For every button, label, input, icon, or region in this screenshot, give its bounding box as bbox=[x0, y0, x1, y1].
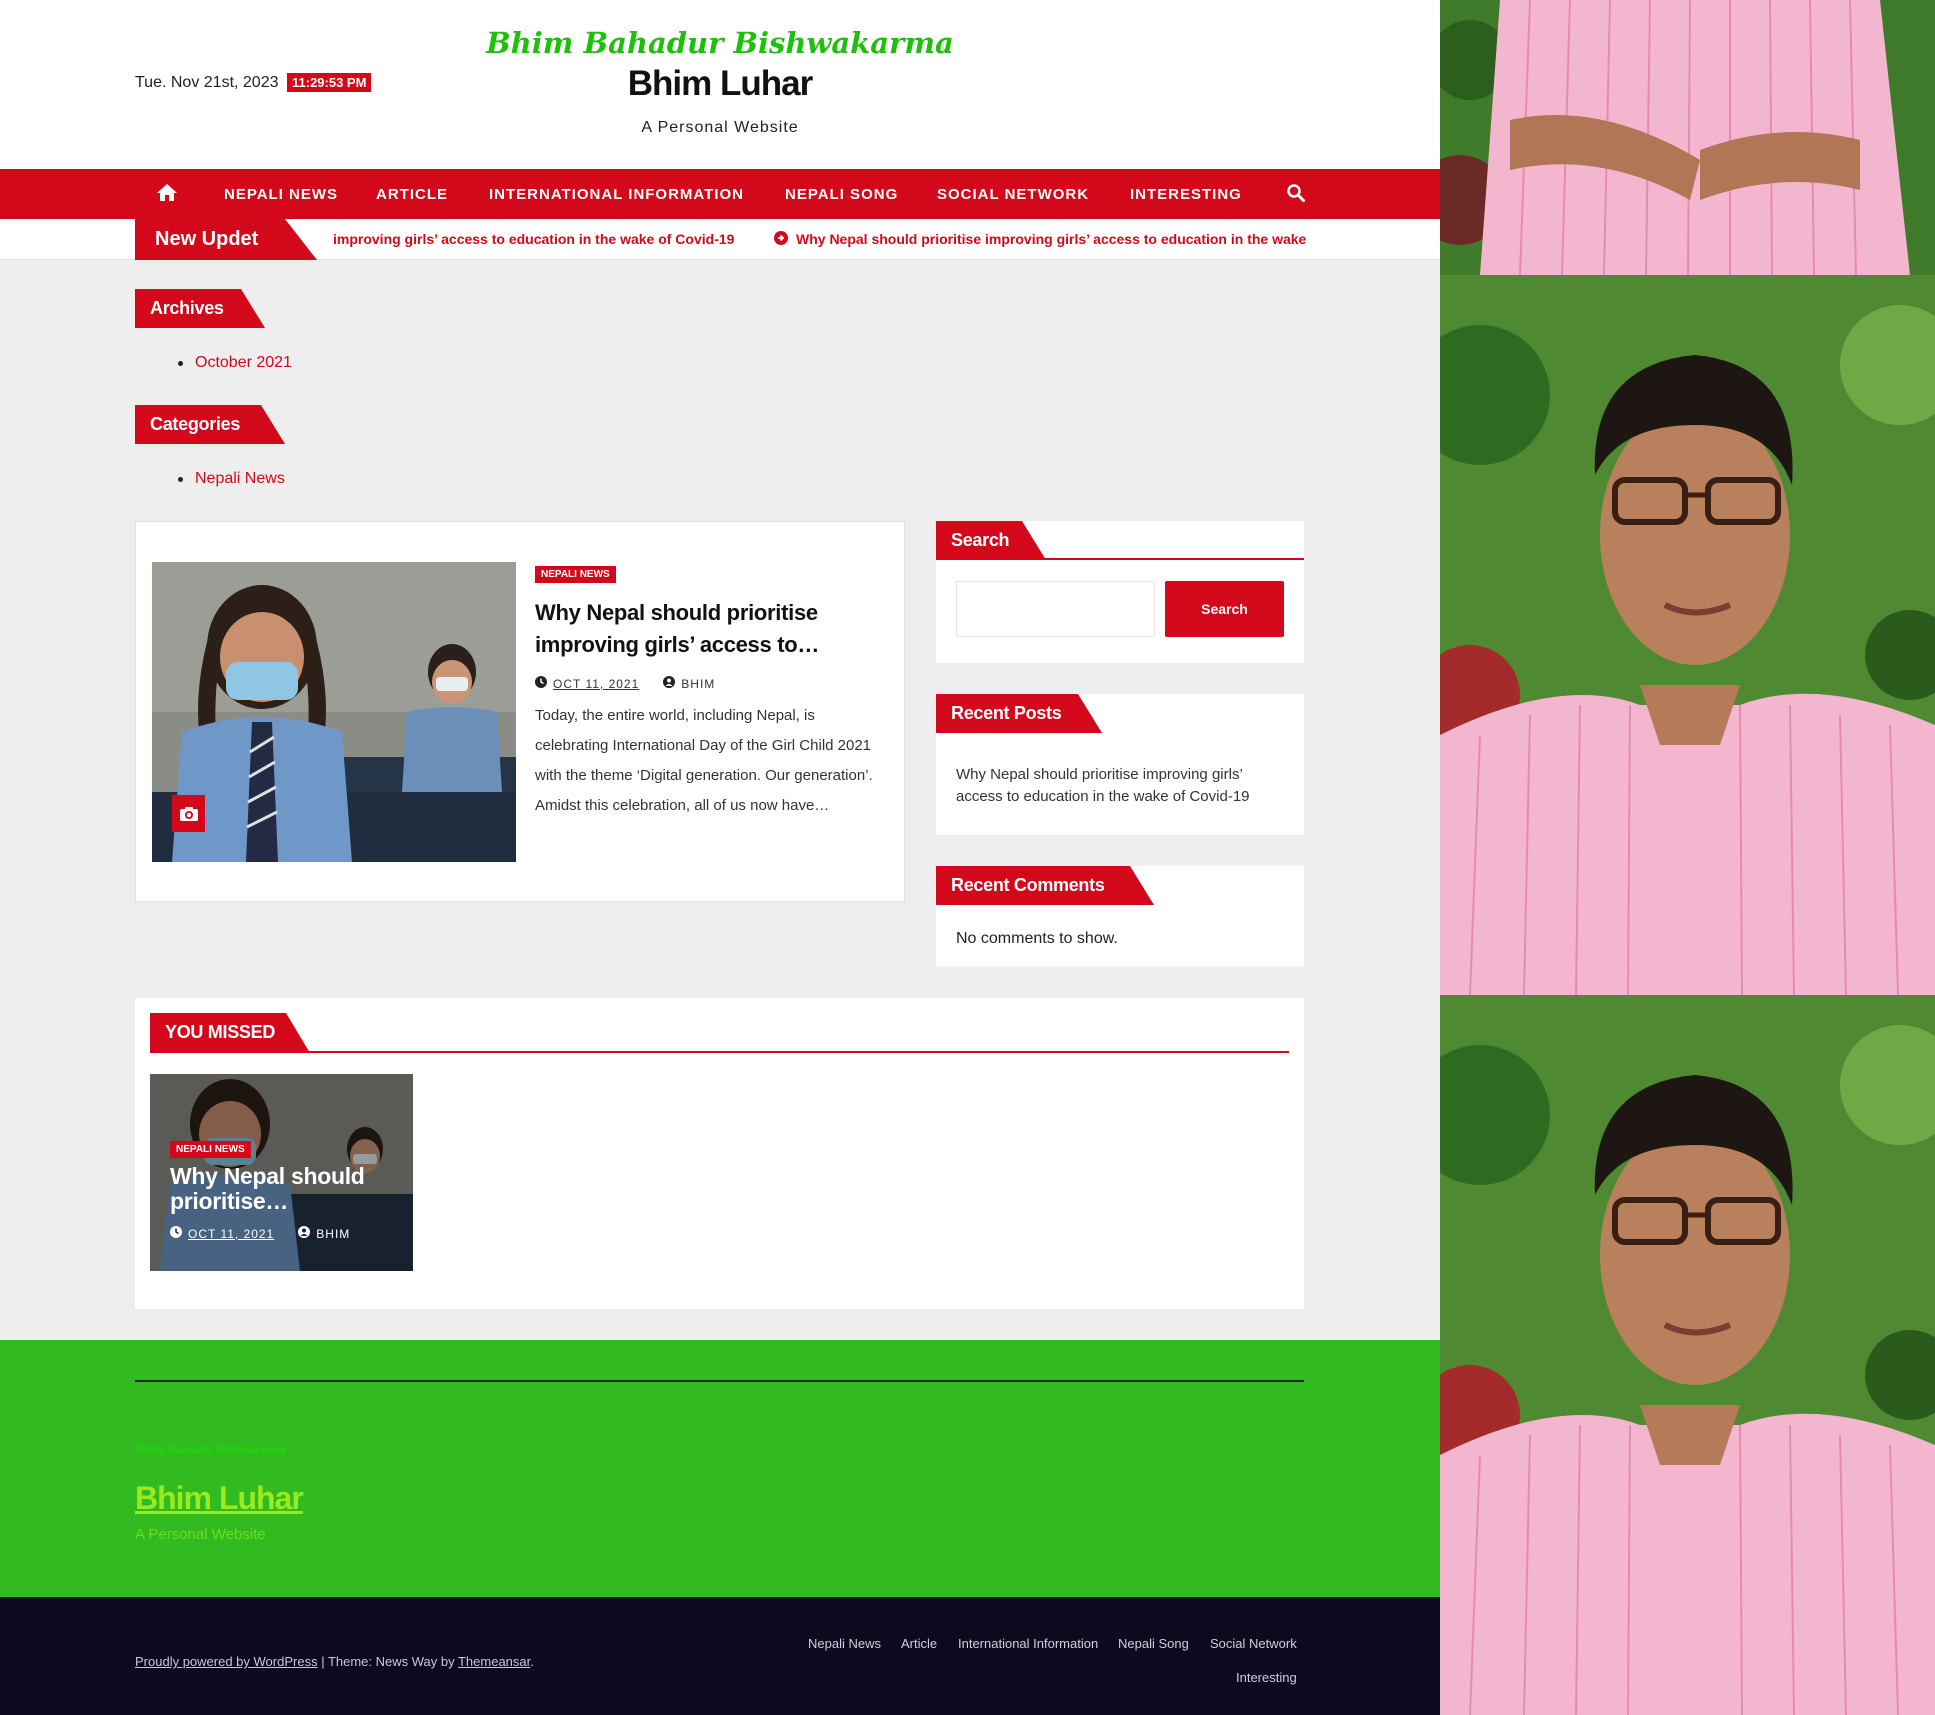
nav-item-interesting[interactable]: INTERESTING bbox=[1130, 186, 1242, 203]
footer-site-title[interactable]: Bhim Luhar bbox=[135, 1480, 304, 1517]
post-category-badge[interactable]: NEPALI NEWS bbox=[535, 566, 616, 583]
copyright-text: Proudly powered by WordPress | Theme: Ne… bbox=[135, 1654, 534, 1669]
footer-nav-international-information[interactable]: International Information bbox=[958, 1636, 1098, 1651]
post-card: NEPALI NEWS Why Nepal should prioritise … bbox=[135, 521, 905, 902]
recent-posts-title: Recent Posts bbox=[936, 694, 1102, 733]
no-comments-text: No comments to show. bbox=[956, 930, 1118, 947]
user-icon bbox=[298, 1226, 311, 1241]
search-icon[interactable] bbox=[1287, 184, 1305, 207]
search-input[interactable] bbox=[956, 581, 1155, 637]
search-widget: Search Search bbox=[936, 521, 1304, 663]
news-ticker: New Updet improving girls’ access to edu… bbox=[0, 219, 1440, 260]
clock-icon bbox=[535, 676, 547, 691]
recent-posts-widget: Recent Posts Why Nepal should prioritise… bbox=[936, 694, 1304, 835]
recent-comments-title: Recent Comments bbox=[936, 866, 1154, 905]
footer-nav-interesting[interactable]: Interesting bbox=[1236, 1670, 1297, 1685]
divider bbox=[936, 558, 1304, 560]
missed-post-card[interactable]: NEPALI NEWS Why Nepal should prioritise…… bbox=[150, 1074, 413, 1271]
portrait-photo-bottom bbox=[1440, 995, 1935, 1715]
site-title[interactable]: Bhim Luhar bbox=[0, 64, 1440, 104]
you-missed-section: YOU MISSED NEPALI NEWS Why Nepal should … bbox=[135, 998, 1304, 1309]
copyright-end: . bbox=[530, 1654, 534, 1669]
portrait-photo-top bbox=[1440, 0, 1935, 275]
search-button[interactable]: Search bbox=[1165, 581, 1284, 637]
footer-tagline: A Personal Website bbox=[135, 1526, 266, 1543]
missed-post-author[interactable]: BHIM bbox=[316, 1227, 350, 1241]
nav-item-nepali-song[interactable]: NEPALI SONG bbox=[785, 186, 898, 203]
recent-comments-widget: Recent Comments No comments to show. bbox=[936, 866, 1304, 966]
recent-post-link[interactable]: Why Nepal should prioritise improving gi… bbox=[956, 764, 1291, 808]
footer-widgets: Bhim Bahadur Bishwakarma Bhim Luhar A Pe… bbox=[0, 1340, 1440, 1597]
missed-post-date[interactable]: OCT 11, 2021 bbox=[188, 1227, 274, 1241]
archive-item[interactable]: October 2021 bbox=[178, 354, 292, 372]
arrow-circle-right-icon bbox=[774, 231, 788, 250]
footer-nav-nepali-song[interactable]: Nepali Song bbox=[1118, 1636, 1189, 1651]
portrait-photo-middle bbox=[1440, 275, 1935, 995]
missed-category-badge[interactable]: NEPALI NEWS bbox=[170, 1141, 251, 1158]
footer-nav-nepali-news[interactable]: Nepali News bbox=[808, 1636, 881, 1651]
search-widget-title: Search bbox=[936, 521, 1046, 560]
site-wrapper: Tue. Nov 21st, 2023 11:29:53 PM Bhim Bah… bbox=[0, 0, 1440, 1715]
background-photo-strip bbox=[1440, 0, 1935, 1715]
camera-icon bbox=[172, 795, 205, 832]
main-navigation: NEPALI NEWS ARTICLE INTERNATIONAL INFORM… bbox=[0, 169, 1440, 219]
you-missed-title: YOU MISSED bbox=[150, 1013, 310, 1053]
missed-post-meta: OCT 11, 2021 BHIM bbox=[170, 1226, 350, 1241]
archives-title: Archives bbox=[135, 289, 265, 328]
category-item[interactable]: Nepali News bbox=[178, 470, 285, 488]
footer-nav-article[interactable]: Article bbox=[901, 1636, 937, 1651]
categories-title: Categories bbox=[135, 405, 285, 444]
categories-list: Nepali News bbox=[178, 470, 285, 488]
nav-item-social-network[interactable]: SOCIAL NETWORK bbox=[937, 186, 1089, 203]
divider bbox=[135, 1380, 1304, 1382]
post-excerpt: Today, the entire world, including Nepal… bbox=[535, 707, 873, 814]
missed-post-title[interactable]: Why Nepal should prioritise… bbox=[170, 1164, 410, 1214]
post-author[interactable]: BHIM bbox=[681, 677, 715, 691]
ticker-headline[interactable]: Why Nepal should prioritise improving gi… bbox=[796, 231, 1306, 247]
home-icon[interactable] bbox=[156, 183, 178, 207]
ticker-headline[interactable]: improving girls’ access to education in … bbox=[333, 231, 734, 247]
nav-item-nepali-news[interactable]: NEPALI NEWS bbox=[224, 186, 338, 203]
site-signature[interactable]: Bhim Bahadur Bishwakarma bbox=[0, 26, 1440, 60]
user-icon bbox=[663, 676, 676, 691]
post-date[interactable]: OCT 11, 2021 bbox=[553, 677, 639, 691]
site-header: Tue. Nov 21st, 2023 11:29:53 PM Bhim Bah… bbox=[0, 0, 1440, 169]
site-tagline: A Personal Website bbox=[641, 119, 799, 136]
post-title[interactable]: Why Nepal should prioritise improving gi… bbox=[535, 597, 875, 661]
ticker-label: New Updet bbox=[135, 219, 317, 260]
footer-bottom: Proudly powered by WordPress | Theme: Ne… bbox=[0, 1597, 1440, 1715]
footer-nav-social-network[interactable]: Social Network bbox=[1210, 1636, 1297, 1651]
footer-signature[interactable]: Bhim Bahadur Bishwakarma bbox=[137, 1444, 286, 1456]
nav-item-international-information[interactable]: INTERNATIONAL INFORMATION bbox=[489, 186, 744, 203]
clock-icon bbox=[170, 1226, 182, 1241]
ticker-window: improving girls’ access to education in … bbox=[333, 219, 1306, 260]
divider bbox=[150, 1051, 1289, 1053]
wordpress-link[interactable]: Proudly powered by WordPress bbox=[135, 1654, 318, 1669]
theme-author-link[interactable]: Themeansar bbox=[458, 1654, 530, 1669]
post-thumbnail[interactable] bbox=[152, 562, 516, 862]
archives-list: October 2021 bbox=[178, 354, 292, 372]
nav-item-article[interactable]: ARTICLE bbox=[376, 186, 448, 203]
theme-credit: | Theme: News Way by bbox=[317, 1654, 458, 1669]
post-meta: OCT 11, 2021 BHIM bbox=[535, 676, 715, 691]
